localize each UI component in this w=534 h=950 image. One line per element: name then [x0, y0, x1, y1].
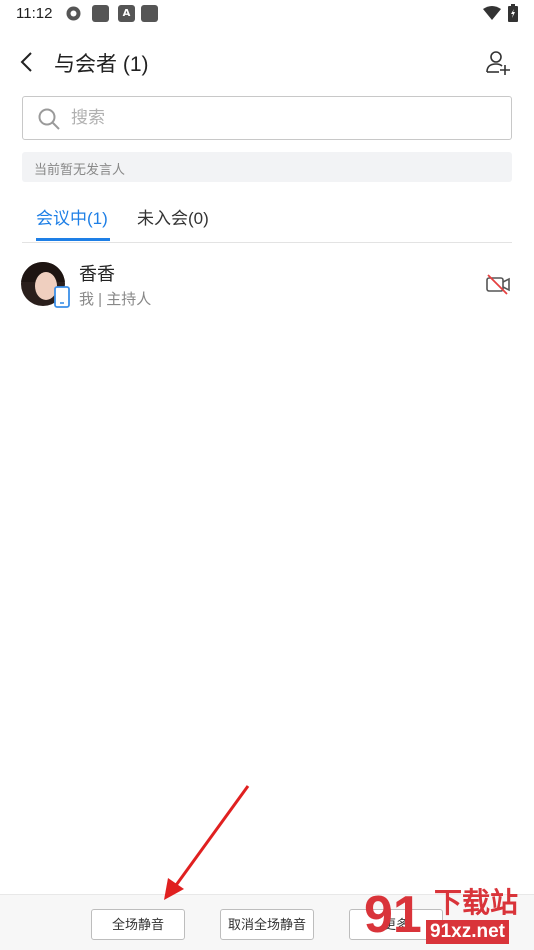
battery-icon [508, 4, 518, 22]
participant-tabs: 会议中(1) 未入会(0) [22, 196, 512, 243]
tab-indicator [36, 238, 110, 241]
search-box [22, 96, 512, 140]
app-status-icon: A [118, 5, 135, 22]
chevron-left-icon [20, 52, 32, 72]
speaker-notice-text: 当前暂无发言人 [34, 162, 126, 177]
mute-all-button[interactable]: 全场静音 [91, 909, 185, 940]
tab-in-meeting[interactable]: 会议中(1) [36, 204, 108, 229]
search-icon [38, 108, 60, 130]
search-input[interactable] [71, 105, 491, 131]
status-time: 11:12 [16, 5, 53, 22]
video-off-icon[interactable] [484, 270, 512, 298]
add-participant-button[interactable] [484, 48, 512, 76]
page-title: 与会者 (1) [54, 53, 149, 76]
more-button[interactable]: 更多 [349, 909, 443, 940]
participant-row[interactable]: 香香 我 | 主持人 [0, 252, 534, 316]
notification-status-icon-2 [141, 5, 158, 22]
mobile-device-icon [54, 286, 70, 308]
bottom-toolbar: 全场静音 取消全场静音 更多 [0, 894, 534, 950]
settings-status-icon [65, 5, 82, 22]
annotation-arrow [164, 785, 250, 900]
status-bar: 11:12 A [0, 0, 534, 28]
wifi-icon [483, 6, 501, 20]
header: 与会者 (1) [0, 40, 534, 84]
add-user-icon [486, 51, 510, 75]
unmute-all-button[interactable]: 取消全场静音 [220, 909, 314, 940]
tab-not-joined[interactable]: 未入会(0) [137, 204, 209, 229]
participant-role: 我 | 主持人 [79, 291, 152, 308]
notification-status-icon [92, 5, 109, 22]
participant-name: 香香 [79, 264, 115, 284]
speaker-notice: 当前暂无发言人 [22, 152, 512, 182]
back-button[interactable] [14, 48, 42, 76]
